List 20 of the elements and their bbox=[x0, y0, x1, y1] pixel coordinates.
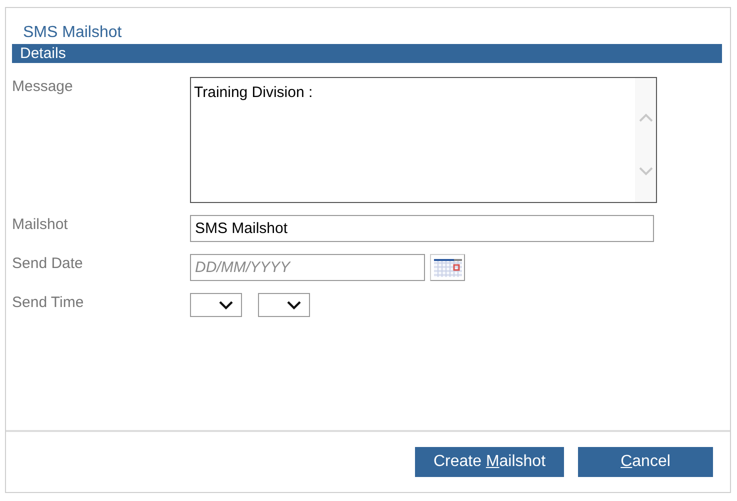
scrollbar[interactable] bbox=[635, 78, 656, 202]
action-button[interactable]: Cancel bbox=[578, 447, 713, 477]
scroll-up-icon bbox=[638, 112, 652, 122]
dialog-title: SMS Mailshot bbox=[23, 23, 123, 43]
action-button[interactable]: Create Mailshot bbox=[415, 447, 564, 477]
calendar-icon bbox=[434, 258, 462, 276]
calendar-button[interactable] bbox=[430, 254, 465, 281]
scroll-down-icon bbox=[638, 166, 652, 176]
time-dropdown[interactable] bbox=[258, 293, 310, 317]
chevron-icon bbox=[287, 300, 301, 310]
field-label: Mailshot bbox=[12, 215, 69, 235]
message-field[interactable]: Training Division : bbox=[190, 77, 657, 203]
field-label: Send Date bbox=[12, 254, 84, 274]
time-dropdown[interactable] bbox=[190, 293, 242, 317]
date-field[interactable]: DD/MM/YYYY bbox=[190, 254, 425, 281]
mailshot-field[interactable]: SMS Mailshot bbox=[190, 215, 654, 242]
field-label: Send Time bbox=[12, 293, 85, 313]
section-header: Details bbox=[12, 44, 722, 63]
chevron-icon bbox=[219, 300, 233, 310]
field-label: Message bbox=[12, 77, 74, 97]
